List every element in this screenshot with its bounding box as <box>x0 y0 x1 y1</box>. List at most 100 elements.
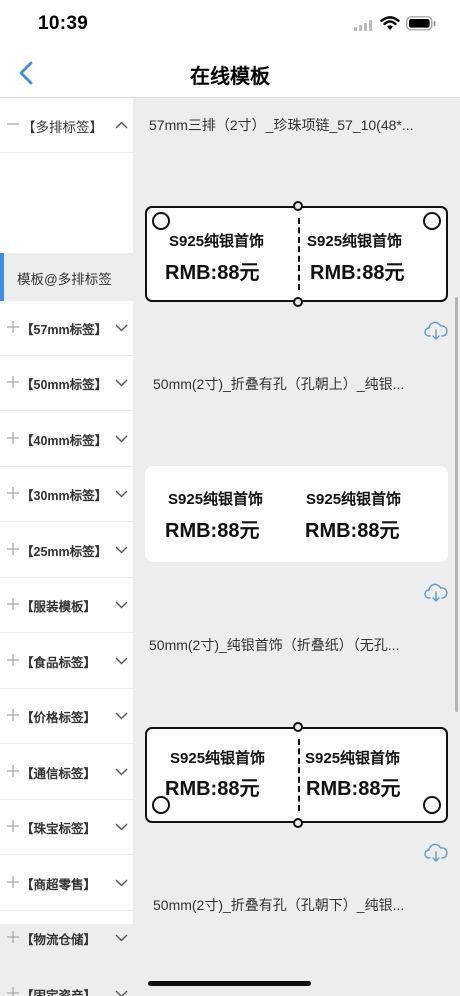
plus-icon <box>7 487 19 499</box>
template-title: 57mm三排（2寸）_珍珠项链_57_10(48*... <box>149 117 414 133</box>
label-text-line2: RMB:88元 <box>310 262 405 284</box>
category-40mm[interactable]: 【40mm标签】 <box>0 412 133 467</box>
category-label: 【25mm标签】 <box>21 545 108 559</box>
category-label: 【物流仓储】 <box>21 933 97 947</box>
status-bar: 10:39 <box>0 0 460 48</box>
cloud-download-icon[interactable] <box>424 843 448 863</box>
template-preview[interactable]: S925纯银首饰 RMB:88元 S925纯银首饰 RMB:88元 <box>145 201 448 307</box>
plus-icon <box>7 876 19 888</box>
plus-icon <box>7 654 19 666</box>
chevron-down-icon <box>115 879 128 887</box>
chevron-down-icon <box>115 490 128 498</box>
template-preview[interactable]: S925纯银首饰 RMB:88元 S925纯银首饰 RMB:88元 <box>145 466 448 562</box>
category-label: 【服装模板】 <box>21 600 97 614</box>
label-text-line1: S925纯银首饰 <box>168 491 264 508</box>
punch-hole <box>152 212 170 230</box>
plus-icon <box>7 987 19 996</box>
category-fixed-assets[interactable]: 【固定资产】 <box>0 967 133 996</box>
label-text-line1: S925纯银首饰 <box>305 750 401 767</box>
category-logistics[interactable]: 【物流仓储】 <box>0 911 133 966</box>
category-label: 【通信标签】 <box>21 767 97 781</box>
label-text-line1: S925纯银首饰 <box>306 491 402 508</box>
chevron-down-icon <box>115 546 128 554</box>
subcategory-label: 模板@多排标签 <box>17 272 112 287</box>
label-text-line2: RMB:88元 <box>165 520 260 542</box>
chevron-down-icon <box>115 601 128 609</box>
plus-icon <box>7 543 19 555</box>
chevron-down-icon <box>115 379 128 387</box>
category-label: 【多排标签】 <box>22 120 103 135</box>
category-jewelry[interactable]: 【珠宝标签】 <box>0 800 133 855</box>
plus-icon <box>7 820 19 832</box>
category-label: 【食品标签】 <box>21 656 97 670</box>
cloud-download-icon[interactable] <box>424 583 448 603</box>
home-indicator[interactable] <box>148 981 311 986</box>
chevron-down-icon <box>115 990 128 996</box>
category-sidebar: 【多排标签】 模板@多排标签 【57mm标签】 【50mm标签】 【40mm标签… <box>0 98 133 996</box>
category-retail[interactable]: 【商超零售】 <box>0 856 133 911</box>
punch-hole <box>423 796 441 814</box>
category-label: 【40mm标签】 <box>21 434 108 448</box>
fold-line <box>298 218 300 290</box>
nav-bar: 在线模板 <box>0 48 460 98</box>
chevron-down-icon <box>115 657 128 665</box>
plus-icon <box>7 432 19 444</box>
plus-icon <box>7 376 19 388</box>
category-57mm[interactable]: 【57mm标签】 <box>0 301 133 356</box>
fold-line <box>298 739 300 811</box>
category-label: 【商超零售】 <box>21 878 97 892</box>
selection-indicator <box>0 253 4 301</box>
category-label: 【价格标签】 <box>21 711 97 725</box>
category-50mm[interactable]: 【50mm标签】 <box>0 356 133 411</box>
chevron-down-icon <box>115 823 128 831</box>
category-30mm[interactable]: 【30mm标签】 <box>0 467 133 522</box>
chevron-down-icon <box>115 934 128 942</box>
status-time: 10:39 <box>38 13 89 34</box>
subcategory-item-selected[interactable]: 模板@多排标签 <box>0 253 133 301</box>
fold-notch <box>293 297 303 307</box>
category-label: 【固定资产】 <box>21 989 97 996</box>
category-clothing[interactable]: 【服装模板】 <box>0 578 133 633</box>
category-food[interactable]: 【食品标签】 <box>0 634 133 689</box>
cellular-signal-icon <box>354 20 372 31</box>
punch-hole <box>423 212 441 230</box>
page-title: 在线模板 <box>190 66 270 88</box>
battery-icon <box>406 16 436 31</box>
label-text-line2: RMB:88元 <box>165 778 260 800</box>
template-title: 50mm(2寸)_折叠有孔（孔朝下）_纯银... <box>153 897 405 913</box>
label-text-line1: S925纯银首饰 <box>169 233 265 250</box>
plus-icon <box>7 321 19 333</box>
plus-icon <box>7 598 19 610</box>
cloud-download-icon[interactable] <box>424 321 448 341</box>
plus-icon <box>7 765 19 777</box>
scrollbar[interactable] <box>455 297 458 712</box>
chevron-down-icon <box>115 768 128 776</box>
chevron-down-icon <box>115 435 128 443</box>
category-label: 【30mm标签】 <box>21 489 108 503</box>
label-text-line2: RMB:88元 <box>305 520 400 542</box>
plus-icon <box>7 709 19 721</box>
category-telecom[interactable]: 【通信标签】 <box>0 745 133 800</box>
template-preview[interactable]: S925纯银首饰 RMB:88元 S925纯银首饰 RMB:88元 <box>145 722 448 828</box>
category-multi-row[interactable]: 【多排标签】 <box>0 98 133 153</box>
template-list: 57mm三排（2寸）_珍珠项链_57_10(48*... S925纯银首饰 RM… <box>133 98 460 924</box>
label-text-line2: RMB:88元 <box>306 778 401 800</box>
wifi-icon <box>380 16 400 30</box>
label-text-line1: S925纯银首饰 <box>170 750 266 767</box>
template-title: 50mm(2寸)_纯银首饰（折叠纸）（无孔... <box>149 637 400 653</box>
minus-icon <box>7 123 19 125</box>
category-label: 【57mm标签】 <box>21 323 108 337</box>
template-title: 50mm(2寸)_折叠有孔（孔朝上）_纯银... <box>153 376 405 392</box>
category-label: 【50mm标签】 <box>21 378 108 392</box>
chevron-down-icon <box>115 324 128 332</box>
label-text-line2: RMB:88元 <box>165 262 260 284</box>
fold-notch <box>293 201 303 211</box>
chevron-down-icon <box>115 712 128 720</box>
fold-notch <box>293 818 303 828</box>
category-label: 【珠宝标签】 <box>21 822 97 836</box>
category-price[interactable]: 【价格标签】 <box>0 689 133 744</box>
label-text-line1: S925纯银首饰 <box>307 233 403 250</box>
fold-notch <box>293 722 303 732</box>
chevron-up-icon <box>115 121 128 129</box>
category-25mm[interactable]: 【25mm标签】 <box>0 523 133 578</box>
